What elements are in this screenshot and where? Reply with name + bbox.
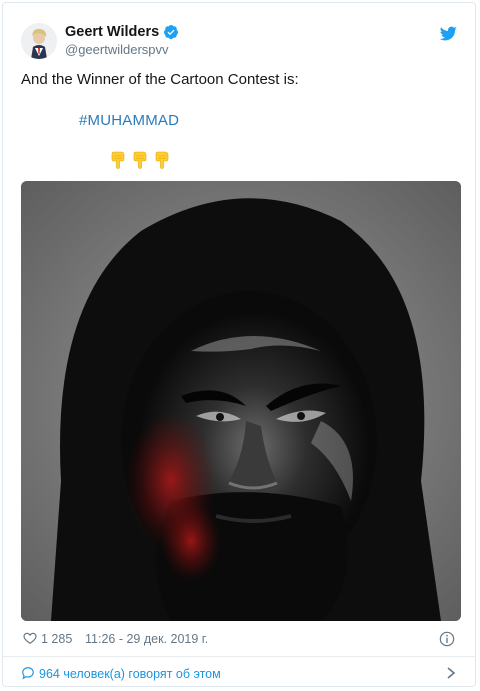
author-handle[interactable]: @geertwilderspvv bbox=[65, 42, 179, 57]
portrait-painting bbox=[21, 181, 461, 621]
heart-icon[interactable] bbox=[23, 631, 37, 645]
tweet-header: Geert Wilders @geertwilderspvv bbox=[21, 17, 457, 61]
tweet-text: And the Winner of the Cartoon Contest is… bbox=[21, 71, 299, 88]
pointing-down-emoji-icon bbox=[155, 151, 169, 169]
hashtag-link[interactable]: #MUHAMMAD bbox=[79, 112, 179, 129]
tweet-footer: 1 285 11:26 - 29 дек. 2019 г. bbox=[21, 630, 457, 650]
chevron-right-icon bbox=[447, 667, 456, 679]
pointing-down-emoji-icon bbox=[133, 151, 147, 169]
pointing-down-emoji-icon bbox=[111, 151, 125, 169]
emoji-row bbox=[110, 151, 170, 169]
tweet-media-image[interactable] bbox=[21, 181, 461, 621]
author-name[interactable]: Geert Wilders bbox=[65, 24, 159, 40]
tweet-timestamp[interactable]: 11:26 - 29 дек. 2019 г. bbox=[85, 632, 208, 646]
avatar-image bbox=[21, 23, 57, 59]
twitter-bird-icon[interactable] bbox=[440, 25, 457, 42]
verified-badge-icon bbox=[164, 25, 179, 40]
embedded-tweet-card: Geert Wilders @geertwilderspvv And the W… bbox=[2, 2, 476, 687]
like-count: 1 285 bbox=[41, 632, 73, 646]
conversation-link[interactable]: 964 человек(а) говорят об этом bbox=[21, 664, 457, 684]
conversation-count: 964 человек(а) говорят об этом bbox=[39, 667, 221, 681]
speech-bubble-icon bbox=[22, 667, 34, 680]
divider bbox=[3, 656, 475, 657]
info-icon[interactable] bbox=[439, 631, 455, 647]
avatar[interactable] bbox=[21, 23, 57, 59]
author-block: Geert Wilders @geertwilderspvv bbox=[65, 24, 179, 57]
